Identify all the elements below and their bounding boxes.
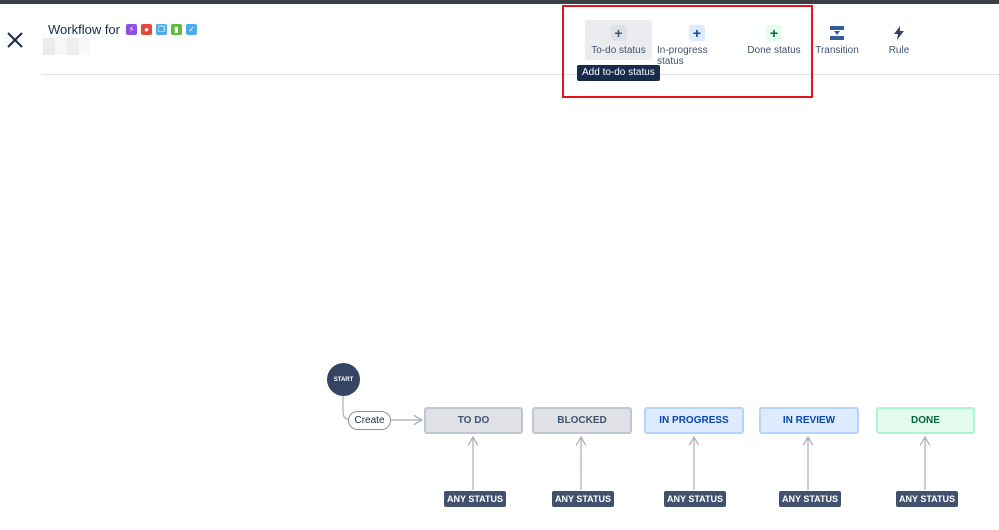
add-inprogress-status-button[interactable]: + In-progress status <box>657 20 737 67</box>
any-status-in-review[interactable]: ANY STATUS <box>779 491 842 507</box>
add-rule-button[interactable]: Rule <box>878 20 920 60</box>
lightning-icon <box>891 25 907 41</box>
rule-label: Rule <box>888 45 910 56</box>
any-status-in-progress[interactable]: ANY STATUS <box>664 491 727 507</box>
plus-icon: + <box>689 25 705 41</box>
subtask-icon: ❐ <box>156 24 167 35</box>
plus-icon: + <box>610 25 627 41</box>
start-node[interactable]: START <box>327 363 360 396</box>
title-text: Workflow for <box>48 22 120 37</box>
todo-status-label: To-do status <box>591 45 646 56</box>
story-icon: ▮ <box>171 24 182 35</box>
any-status-blocked[interactable]: ANY STATUS <box>552 491 615 507</box>
tooltip: Add to-do status <box>577 65 660 81</box>
close-button[interactable] <box>4 29 26 51</box>
transition-icon <box>829 25 845 41</box>
top-bar <box>0 0 999 4</box>
plus-icon: + <box>766 25 782 41</box>
header-divider <box>42 74 999 75</box>
epic-icon: ⚡ <box>126 24 137 35</box>
bug-icon: ● <box>141 24 152 35</box>
done-status-label: Done status <box>747 45 801 56</box>
add-transition-button[interactable]: Transition <box>813 20 861 60</box>
create-transition[interactable]: Create <box>348 411 391 430</box>
status-in-progress[interactable]: IN PROGRESS <box>644 407 744 434</box>
status-done[interactable]: DONE <box>876 407 975 434</box>
add-done-status-button[interactable]: + Done status <box>746 20 802 60</box>
status-todo[interactable]: TO DO <box>424 407 523 434</box>
diagram-connectors <box>342 396 999 490</box>
add-todo-status-button[interactable]: + To-do status <box>585 20 652 60</box>
status-in-review[interactable]: IN REVIEW <box>759 407 859 434</box>
task-icon: ✓ <box>186 24 197 35</box>
any-status-todo[interactable]: ANY STATUS <box>444 491 507 507</box>
inprogress-status-label: In-progress status <box>657 45 708 67</box>
blurred-project-name <box>43 38 91 55</box>
transition-label: Transition <box>815 45 859 56</box>
page-title: Workflow for ⚡ ● ❐ ▮ ✓ <box>48 22 197 37</box>
status-blocked[interactable]: BLOCKED <box>532 407 632 434</box>
close-icon <box>7 32 23 48</box>
any-status-done[interactable]: ANY STATUS <box>896 491 959 507</box>
